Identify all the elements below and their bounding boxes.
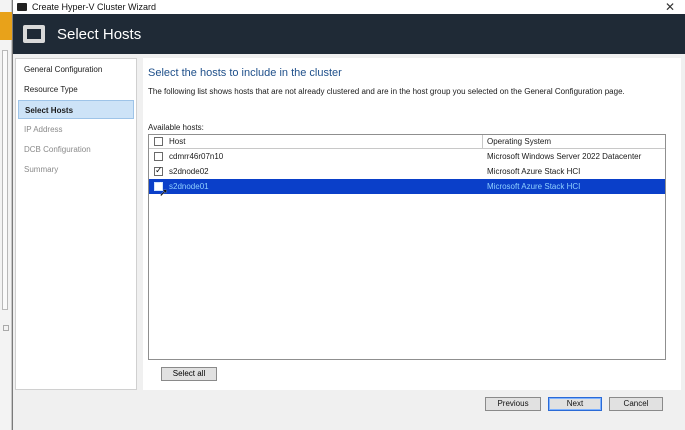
column-header-host[interactable]: Host xyxy=(149,135,483,148)
host-cell: s2dnode01 xyxy=(149,180,483,191)
table-row[interactable]: s2dnode02 Microsoft Azure Stack HCI xyxy=(149,164,665,179)
wizard-window: Create Hyper-V Cluster Wizard ✕ Select H… xyxy=(12,0,685,430)
header-select-checkbox[interactable] xyxy=(154,137,163,146)
wizard-steps-nav: General Configuration Resource Type Sele… xyxy=(15,58,137,390)
host-checkbox[interactable] xyxy=(154,152,163,161)
background-app-panel xyxy=(2,50,8,310)
host-name: s2dnode01 xyxy=(169,182,209,191)
next-button[interactable]: Next xyxy=(548,397,602,411)
host-name: cdmrr46r07n10 xyxy=(169,152,224,161)
window-title: Create Hyper-V Cluster Wizard xyxy=(32,2,157,12)
column-header-os[interactable]: Operating System xyxy=(483,135,665,148)
column-header-host-label: Host xyxy=(169,137,186,146)
host-cell: s2dnode02 xyxy=(149,165,483,176)
nav-item-resource-type[interactable]: Resource Type xyxy=(18,80,134,99)
background-app-edge xyxy=(0,0,12,430)
available-hosts-label: Available hosts: xyxy=(148,123,204,132)
nav-item-summary: Summary xyxy=(24,165,59,174)
section-title: Select the hosts to include in the clust… xyxy=(148,67,342,79)
title-bar: Create Hyper-V Cluster Wizard ✕ xyxy=(13,0,685,14)
column-header-os-label: Operating System xyxy=(487,137,552,146)
content-area: General Configuration Resource Type Sele… xyxy=(13,54,685,430)
previous-button[interactable]: Previous xyxy=(485,397,541,411)
hosts-table: Host Operating System cdmrr46r07n10 Micr… xyxy=(148,134,666,360)
host-name: s2dnode02 xyxy=(169,167,209,176)
table-header: Host Operating System xyxy=(149,135,665,149)
app-icon xyxy=(17,3,27,11)
os-cell: Microsoft Windows Server 2022 Datacenter xyxy=(487,152,642,161)
os-cell: Microsoft Azure Stack HCI xyxy=(487,167,581,176)
server-wizard-icon xyxy=(23,25,45,43)
nav-item-dcb-configuration: DCB Configuration xyxy=(24,145,91,154)
background-app-logo xyxy=(0,12,12,40)
host-cell: cdmrr46r07n10 xyxy=(149,152,483,161)
background-app-marker xyxy=(3,325,9,331)
page-title: Select Hosts xyxy=(57,25,142,43)
mouse-cursor-icon: ➚ xyxy=(159,187,169,199)
nav-item-select-hosts[interactable]: Select Hosts xyxy=(18,100,134,119)
wizard-header: Select Hosts xyxy=(13,14,685,54)
nav-item-general-configuration[interactable]: General Configuration xyxy=(18,60,134,79)
nav-item-ip-address: IP Address xyxy=(24,125,63,134)
close-icon[interactable]: ✕ xyxy=(662,0,678,14)
table-row-selected[interactable]: s2dnode01 Microsoft Azure Stack HCI xyxy=(149,179,665,194)
main-pane: Select the hosts to include in the clust… xyxy=(143,58,681,390)
select-all-button[interactable]: Select all xyxy=(161,367,217,381)
table-row[interactable]: cdmrr46r07n10 Microsoft Windows Server 2… xyxy=(149,149,665,164)
section-description: The following list shows hosts that are … xyxy=(148,87,625,96)
os-cell: Microsoft Azure Stack HCI xyxy=(487,182,581,191)
host-checkbox[interactable] xyxy=(154,165,163,176)
cancel-button[interactable]: Cancel xyxy=(609,397,663,411)
